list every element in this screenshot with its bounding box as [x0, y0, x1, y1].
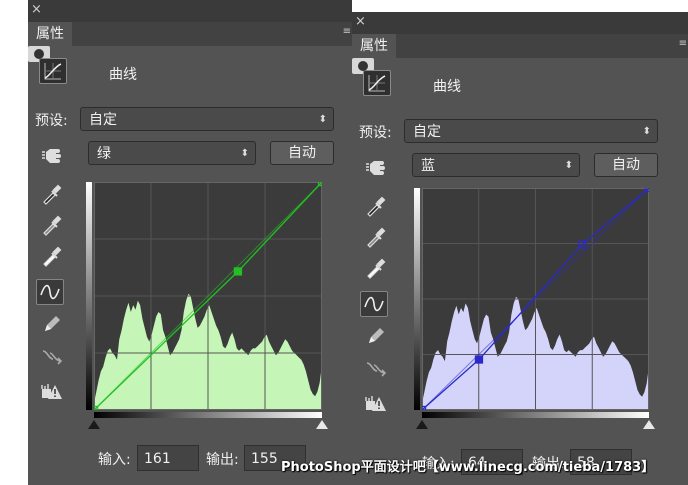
select-arrows-icon: ⬍ — [318, 114, 327, 125]
adjustment-header: 曲线 — [28, 46, 352, 96]
preset-label: 预设: — [35, 113, 68, 129]
panel-menu-icon[interactable]: ≡ — [679, 38, 687, 49]
gray-point-eyedropper-icon[interactable] — [38, 212, 66, 238]
black-point-eyedropper-icon[interactable] — [38, 181, 66, 207]
auto-button[interactable]: 自动 — [270, 141, 334, 165]
gray-point-eyedropper-icon[interactable] — [362, 224, 390, 250]
preset-value: 自定 — [413, 124, 441, 140]
auto-button[interactable]: 自动 — [594, 153, 658, 177]
panel-title-bar: × — [28, 0, 352, 22]
clipping-warning-icon[interactable] — [38, 378, 66, 404]
white-point-eyedropper-icon[interactable] — [38, 243, 66, 269]
smooth-curve-icon[interactable] — [362, 355, 390, 381]
curves-graph[interactable] — [94, 182, 322, 410]
properties-panel-green: × 属性 ≡ 曲线 预设: 自定 ⬍ 绿 ⬍ 自动 输入: 161 输出: 15… — [28, 0, 352, 485]
adjustment-name: 曲线 — [109, 67, 137, 83]
tab-properties[interactable]: 属性 — [28, 22, 72, 46]
targeted-adjustment-hand-icon[interactable] — [362, 154, 390, 180]
panel-tab-row: 属性 ≡ — [352, 34, 688, 58]
channel-value: 绿 — [97, 146, 111, 162]
pencil-draw-tool-icon[interactable] — [362, 323, 390, 349]
tab-properties[interactable]: 属性 — [352, 34, 396, 58]
adjustment-header: 曲线 — [352, 58, 688, 108]
select-arrows-icon: ⬍ — [564, 160, 573, 171]
input-gradient-bar — [94, 412, 322, 418]
panel-tab-row: 属性 ≡ — [28, 22, 352, 46]
white-input-slider[interactable] — [316, 420, 328, 429]
edit-points-curve-tool-icon[interactable] — [360, 291, 388, 317]
preset-label: 预设: — [359, 125, 392, 141]
close-icon[interactable]: × — [355, 14, 366, 29]
panel-title-bar: × — [352, 12, 688, 34]
curves-adjustment-icon[interactable] — [39, 58, 67, 84]
output-gradient-bar — [414, 188, 420, 410]
channel-select[interactable]: 蓝 ⬍ — [412, 153, 580, 177]
preset-value: 自定 — [89, 112, 117, 128]
properties-panel-blue: × 属性 ≡ 曲线 预设: 自定 ⬍ 蓝 ⬍ 自动 输入: 64 输出: 58 — [352, 12, 688, 485]
curves-adjustment-icon[interactable] — [363, 70, 391, 96]
edit-points-curve-tool-icon[interactable] — [36, 279, 64, 305]
channel-select[interactable]: 绿 ⬍ — [88, 141, 256, 165]
clipping-warning-icon[interactable] — [362, 390, 390, 416]
white-input-slider[interactable] — [643, 420, 655, 429]
targeted-adjustment-hand-icon[interactable] — [38, 142, 66, 168]
select-arrows-icon: ⬍ — [240, 148, 249, 159]
pencil-draw-tool-icon[interactable] — [38, 311, 66, 337]
curve-point-selected[interactable] — [233, 267, 243, 276]
black-input-slider[interactable] — [416, 420, 428, 429]
preset-select[interactable]: 自定 ⬍ — [80, 107, 334, 131]
black-point-eyedropper-icon[interactable] — [362, 193, 390, 219]
preset-select[interactable]: 自定 ⬍ — [404, 119, 658, 143]
close-icon[interactable]: × — [31, 2, 42, 17]
input-label: 输入: — [98, 452, 131, 468]
input-gradient-bar — [422, 412, 649, 418]
black-input-slider[interactable] — [88, 420, 100, 429]
watermark-text: PhotoShop平面设计吧【www.linecg.com/tieba/1783… — [281, 460, 655, 475]
output-gradient-bar — [86, 182, 92, 410]
adjustment-name: 曲线 — [433, 79, 461, 95]
smooth-curve-icon[interactable] — [38, 343, 66, 369]
curve-point-selected[interactable] — [474, 355, 484, 364]
channel-value: 蓝 — [421, 158, 435, 174]
panel-menu-icon[interactable]: ≡ — [343, 26, 351, 37]
curves-graph[interactable] — [422, 188, 649, 410]
input-value-field[interactable]: 161 — [137, 445, 199, 471]
select-arrows-icon: ⬍ — [642, 126, 651, 137]
white-point-eyedropper-icon[interactable] — [362, 255, 390, 281]
output-label: 输出: — [206, 452, 239, 468]
